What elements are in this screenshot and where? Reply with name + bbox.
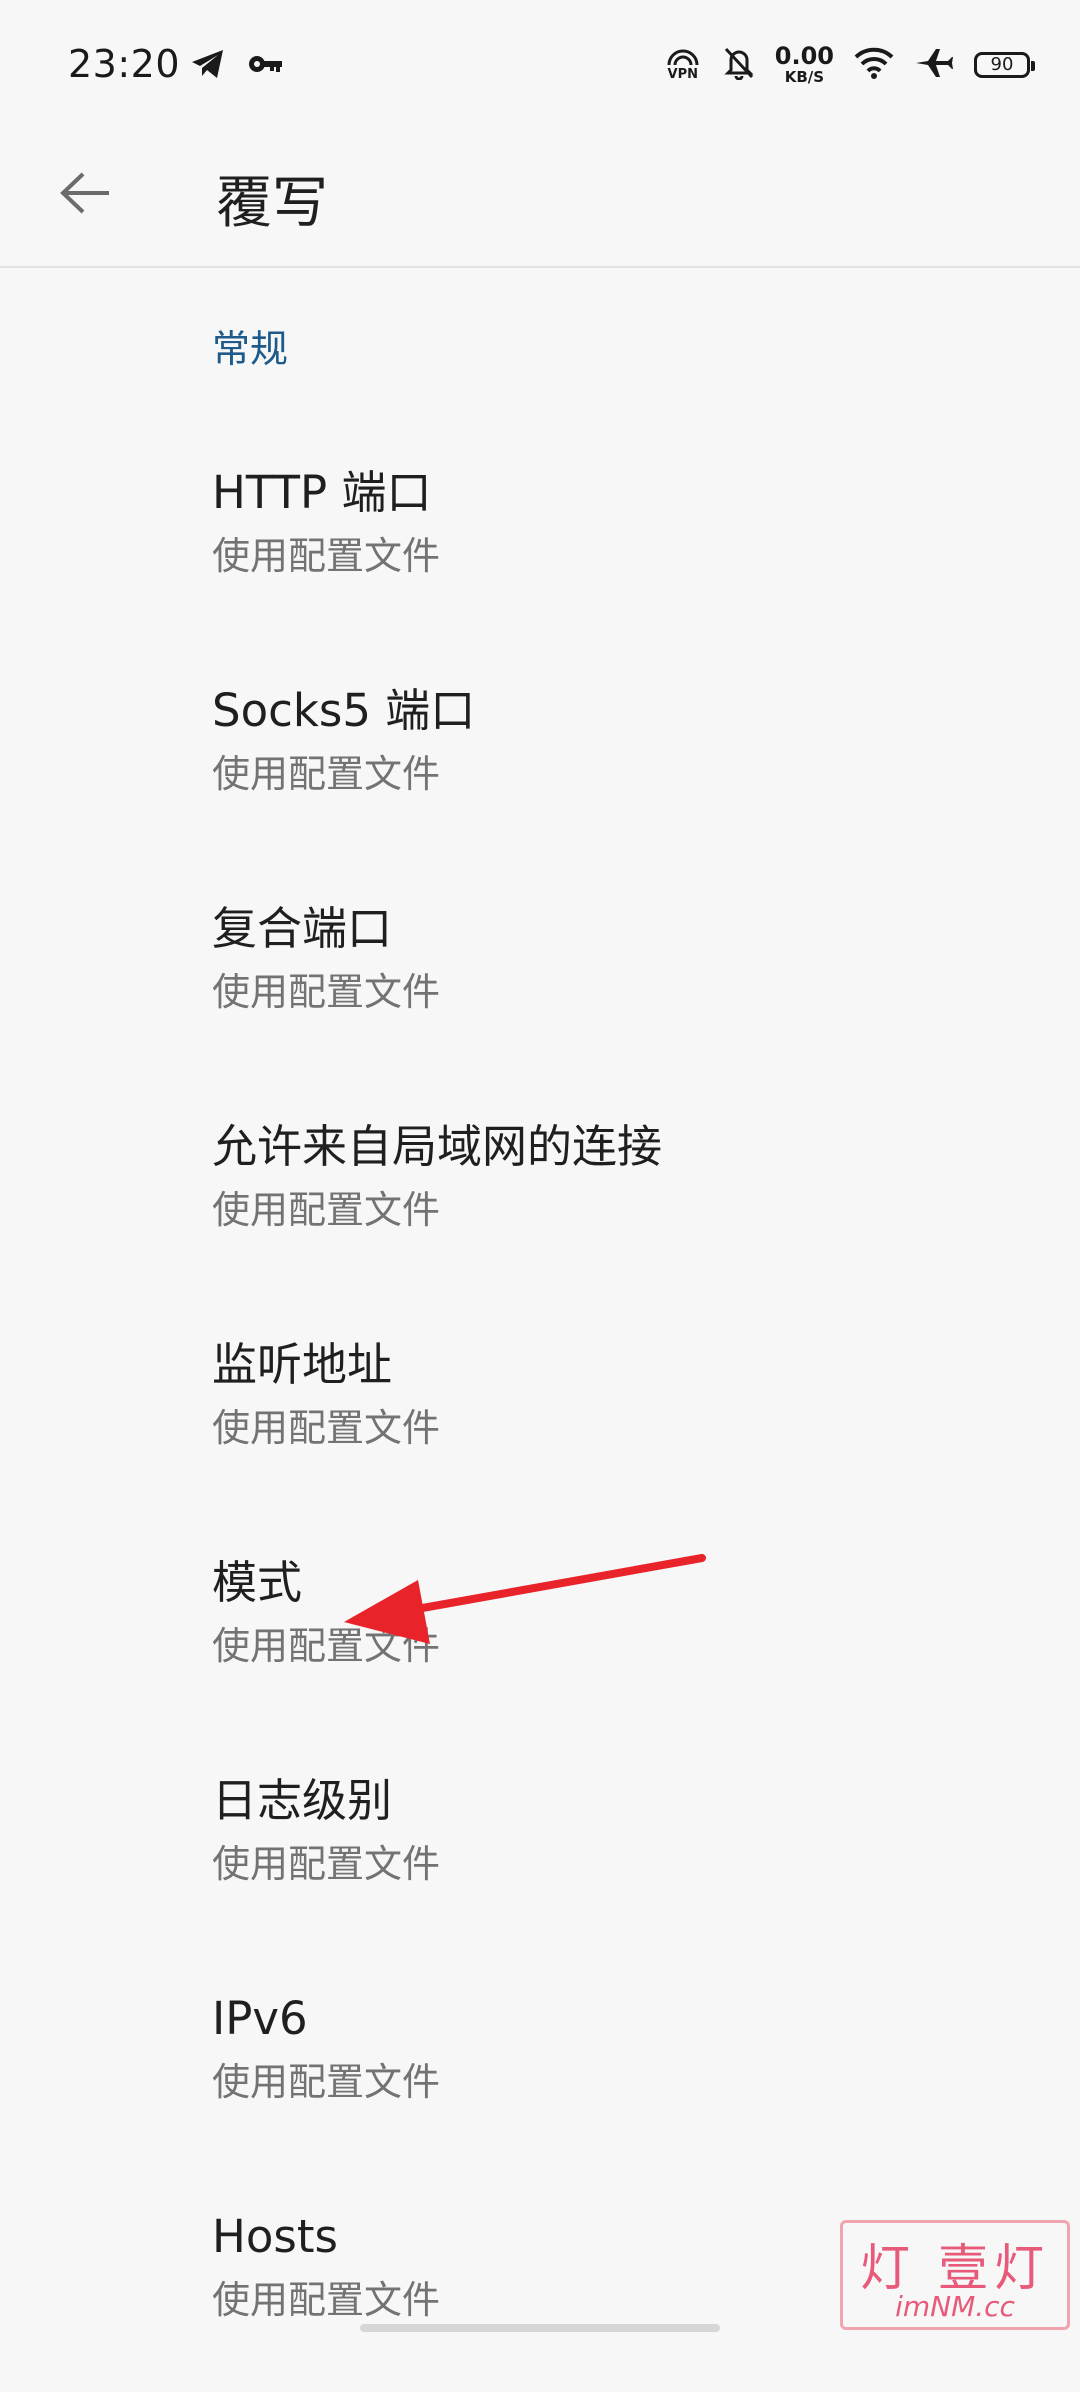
- pref-summary: 使用配置文件: [212, 534, 441, 578]
- status-time: 23:20: [68, 42, 181, 86]
- pref-title: IPv6: [212, 1992, 308, 2045]
- pref-title: Socks5 端口: [212, 684, 476, 737]
- bell-off-icon: [723, 46, 755, 84]
- pref-socks5-port[interactable]: Socks5 端口 使用配置文件: [0, 648, 1080, 866]
- pref-listen-address[interactable]: 监听地址 使用配置文件: [0, 1302, 1080, 1520]
- vpn-label: VPN: [667, 66, 699, 82]
- status-bar: 23:20 VPN 0.00 KB/S 90: [0, 0, 1080, 130]
- pref-summary: 使用配置文件: [212, 1842, 441, 1886]
- app-toolbar: 覆写: [0, 130, 1080, 268]
- net-speed-unit: KB/S: [784, 68, 825, 86]
- pref-http-port[interactable]: HTTP 端口 使用配置文件: [0, 430, 1080, 648]
- pref-summary: 使用配置文件: [212, 2060, 441, 2104]
- status-right-icons: VPN 0.00 KB/S 90: [663, 44, 1035, 85]
- pref-summary: 使用配置文件: [212, 752, 441, 796]
- status-left-icons: [190, 48, 284, 84]
- back-button[interactable]: [40, 150, 130, 240]
- gesture-navigation-bar[interactable]: [360, 2324, 720, 2332]
- pref-title: HTTP 端口: [212, 466, 432, 519]
- pref-title: 允许来自局域网的连接: [212, 1120, 663, 1173]
- telegram-icon: [190, 48, 226, 84]
- watermark-text-bottom: imNM.cc: [895, 2290, 1015, 2323]
- pref-summary: 使用配置文件: [212, 970, 441, 1014]
- pref-log-level[interactable]: 日志级别 使用配置文件: [0, 1738, 1080, 1956]
- pref-allow-lan[interactable]: 允许来自局域网的连接 使用配置文件: [0, 1084, 1080, 1302]
- key-icon: [248, 52, 284, 80]
- preference-list: HTTP 端口 使用配置文件 Socks5 端口 使用配置文件 复合端口 使用配…: [0, 430, 1080, 2392]
- net-speed: 0.00 KB/S: [775, 44, 834, 85]
- annotation-arrow-icon: [344, 1554, 706, 1644]
- pref-mixed-port[interactable]: 复合端口 使用配置文件: [0, 866, 1080, 1084]
- battery-icon: 90: [974, 51, 1035, 78]
- page-title: 覆写: [216, 171, 328, 236]
- net-speed-value: 0.00: [774, 42, 834, 70]
- pref-summary: 使用配置文件: [212, 1406, 441, 1450]
- arrow-left-icon: [59, 171, 111, 219]
- pref-ipv6[interactable]: IPv6 使用配置文件: [0, 1956, 1080, 2174]
- watermark: 灯 壹灯 imNM.cc: [840, 2220, 1070, 2330]
- vpn-icon: VPN: [663, 45, 703, 85]
- pref-title: 复合端口: [212, 902, 393, 955]
- section-header: 常规: [212, 327, 289, 371]
- wifi-icon: [854, 47, 894, 83]
- airplane-icon: [914, 47, 954, 83]
- pref-summary: 使用配置文件: [212, 1188, 441, 1232]
- pref-title: 日志级别: [212, 1774, 393, 1827]
- pref-title: 监听地址: [212, 1338, 393, 1391]
